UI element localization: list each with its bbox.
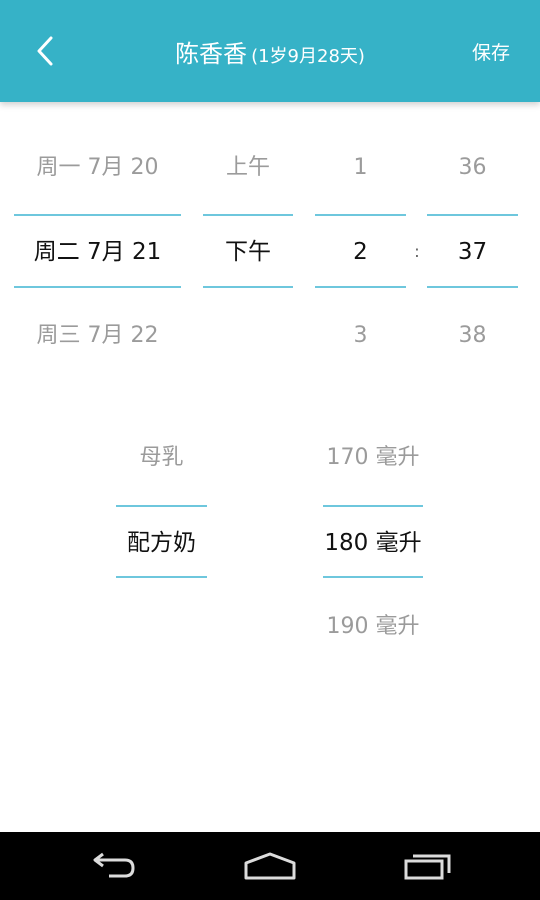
page-title: 陈香香 (1岁9月28天) — [0, 34, 540, 69]
nav-home-button[interactable] — [230, 846, 310, 886]
system-nav-bar — [0, 832, 540, 900]
ampm-picker[interactable]: 上午 下午 — [203, 148, 293, 358]
picker-divider — [427, 214, 518, 216]
picker-divider — [323, 576, 423, 578]
picker-divider — [315, 286, 406, 288]
picker-divider — [116, 576, 207, 578]
ampm-option-selected[interactable]: 下午 — [203, 232, 293, 272]
app-header: 陈香香 (1岁9月28天) 保存 — [0, 0, 540, 102]
minute-option-next[interactable]: 38 — [427, 316, 518, 356]
picker-divider — [116, 505, 207, 507]
date-option-prev[interactable]: 周一 7月 20 — [14, 148, 181, 188]
hour-option-next[interactable]: 3 — [315, 316, 406, 356]
picker-divider — [203, 286, 293, 288]
feed-type-picker[interactable]: 母乳 配方奶 — [116, 438, 207, 648]
feed-type-option-selected[interactable]: 配方奶 — [116, 523, 207, 563]
recent-apps-icon — [404, 854, 451, 880]
nav-recents-button[interactable] — [388, 846, 468, 886]
ampm-option-prev[interactable]: 上午 — [203, 148, 293, 188]
picker-divider — [427, 286, 518, 288]
feed-type-option-prev[interactable]: 母乳 — [116, 438, 207, 478]
date-option-selected[interactable]: 周二 7月 21 — [14, 232, 181, 272]
picker-divider — [315, 214, 406, 216]
feed-amount-option-prev[interactable]: 170 毫升 — [323, 438, 423, 478]
nav-back-button[interactable] — [72, 846, 152, 886]
minute-option-selected[interactable]: 37 — [427, 232, 518, 272]
hour-picker[interactable]: 1 2 3 — [315, 148, 406, 358]
feed-amount-option-selected[interactable]: 180 毫升 — [323, 523, 423, 563]
minute-option-prev[interactable]: 36 — [427, 148, 518, 188]
minute-picker[interactable]: 36 37 38 — [427, 148, 518, 358]
date-picker[interactable]: 周一 7月 20 周二 7月 21 周三 7月 22 — [14, 148, 181, 358]
picker-divider — [14, 286, 181, 288]
time-separator: : — [414, 242, 420, 261]
date-option-next[interactable]: 周三 7月 22 — [14, 316, 181, 356]
baby-age: (1岁9月28天) — [251, 46, 365, 67]
home-icon — [244, 852, 296, 880]
baby-name: 陈香香 — [175, 40, 248, 68]
feed-amount-picker[interactable]: 170 毫升 180 毫升 190 毫升 — [323, 438, 423, 648]
hour-option-prev[interactable]: 1 — [315, 148, 406, 188]
hour-option-selected[interactable]: 2 — [315, 232, 406, 272]
save-button[interactable]: 保存 — [472, 38, 510, 65]
picker-divider — [203, 214, 293, 216]
feed-amount-option-next[interactable]: 190 毫升 — [323, 607, 423, 647]
picker-divider — [14, 214, 181, 216]
back-arrow-icon — [93, 852, 135, 878]
picker-divider — [323, 505, 423, 507]
